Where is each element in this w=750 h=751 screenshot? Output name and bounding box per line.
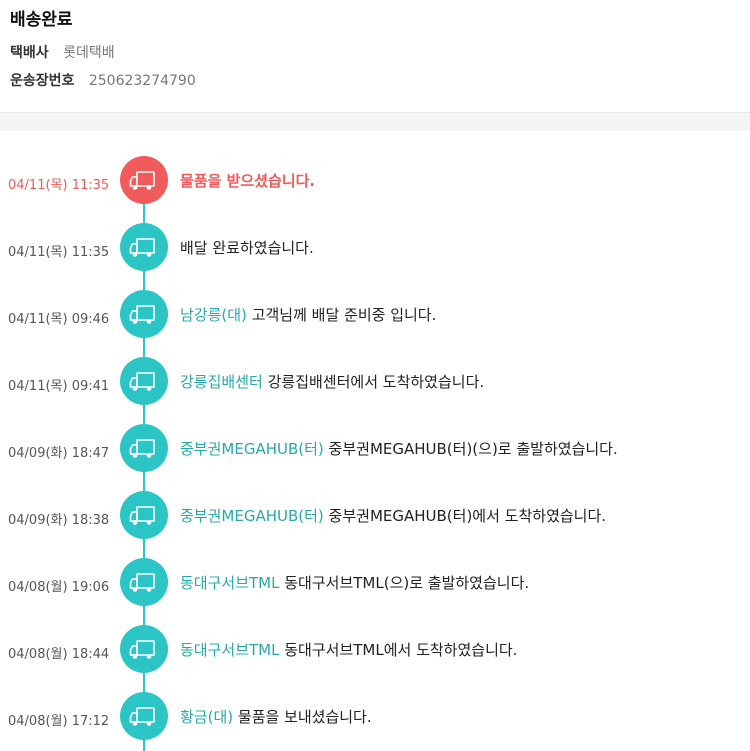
event-text: 황금(대) 물품을 보내셨습니다. <box>180 706 372 727</box>
event-message: 고객님께 배달 준비중 입니다. <box>251 306 437 324</box>
event-text: 중부권MEGAHUB(터) 중부권MEGAHUB(터)에서 도착하였습니다. <box>180 505 606 526</box>
truck-icon <box>120 491 168 539</box>
truck-icon <box>120 692 168 740</box>
tracking-row: 운송장번호 250623274790 <box>10 70 196 90</box>
timeline-event: 04/11(목) 09:41 강릉집배센터 강릉집배센터에서 도착하였습니다. <box>0 357 750 405</box>
event-location: 동대구서브TML <box>180 641 280 659</box>
truck-icon <box>120 424 168 472</box>
truck-icon <box>120 223 168 271</box>
truck-icon <box>120 625 168 673</box>
truck-icon <box>120 558 168 606</box>
timeline-event: 04/11(목) 09:46 남강릉(대) 고객님께 배달 준비중 입니다. <box>0 290 750 338</box>
event-message: 물품을 보내셨습니다. <box>237 708 372 726</box>
truck-icon <box>120 290 168 338</box>
carrier-label: 택배사 <box>10 45 49 61</box>
event-message: 중부권MEGAHUB(터)에서 도착하였습니다. <box>328 507 607 525</box>
timeline-event: 04/09(화) 18:47 중부권MEGAHUB(터) 중부권MEGAHUB(터… <box>0 424 750 472</box>
event-text: 중부권MEGAHUB(터) 중부권MEGAHUB(터)(으)로 출발하였습니다. <box>180 438 618 459</box>
event-time: 04/11(목) 09:46 <box>8 312 110 327</box>
event-location: 중부권MEGAHUB(터) <box>180 440 324 458</box>
event-time: 04/08(월) 18:44 <box>8 647 110 662</box>
event-text: 남강릉(대) 고객님께 배달 준비중 입니다. <box>180 304 436 325</box>
event-message: 동대구서브TML(으)로 출발하였습니다. <box>284 574 530 592</box>
event-time: 04/09(화) 18:38 <box>8 513 110 528</box>
event-message: 중부권MEGAHUB(터)(으)로 출발하였습니다. <box>328 440 618 458</box>
event-time: 04/11(목) 11:35 <box>8 178 110 193</box>
event-location: 남강릉(대) <box>180 306 247 324</box>
timeline-event: 04/08(월) 19:06 동대구서브TML 동대구서브TML(으)로 출발하였… <box>0 558 750 606</box>
carrier-value: 롯데택배 <box>63 45 115 61</box>
truck-icon <box>120 357 168 405</box>
timeline-event: 04/08(월) 17:12 황금(대) 물품을 보내셨습니다. <box>0 692 750 740</box>
tracking-timeline: 04/11(목) 11:35 물품을 받으셨습니다. 04/11(목) 11:35 배… <box>0 131 750 751</box>
event-text: 강릉집배센터 강릉집배센터에서 도착하였습니다. <box>180 371 484 392</box>
event-message: 배달 완료하였습니다. <box>180 239 314 257</box>
truck-icon <box>120 156 168 204</box>
timeline-event: 04/09(화) 18:38 중부권MEGAHUB(터) 중부권MEGAHUB(터… <box>0 491 750 539</box>
event-message: 물품을 받으셨습니다. <box>180 172 316 190</box>
event-time: 04/11(목) 09:41 <box>8 379 110 394</box>
event-location: 강릉집배센터 <box>180 373 263 391</box>
event-text: 배달 완료하였습니다. <box>180 237 314 258</box>
event-message: 동대구서브TML에서 도착하였습니다. <box>284 641 518 659</box>
section-divider <box>0 113 750 131</box>
timeline-event: 04/11(목) 11:35 배달 완료하였습니다. <box>0 223 750 271</box>
event-message: 강릉집배센터에서 도착하였습니다. <box>267 373 485 391</box>
event-time: 04/09(화) 18:47 <box>8 446 110 461</box>
tracking-number: 250623274790 <box>88 73 196 89</box>
timeline-event: 04/11(목) 11:35 물품을 받으셨습니다. <box>0 156 750 204</box>
event-text: 동대구서브TML 동대구서브TML(으)로 출발하였습니다. <box>180 572 529 593</box>
event-location: 동대구서브TML <box>180 574 280 592</box>
event-location: 중부권MEGAHUB(터) <box>180 507 324 525</box>
delivery-header: 배송완료 택배사 롯데택배 운송장번호 250623274790 <box>0 0 750 113</box>
carrier-row: 택배사 롯데택배 <box>10 42 115 62</box>
event-location: 황금(대) <box>180 708 234 726</box>
event-time: 04/08(월) 17:12 <box>8 714 110 729</box>
tracking-label: 운송장번호 <box>10 73 75 89</box>
timeline-event: 04/08(월) 18:44 동대구서브TML 동대구서브TML에서 도착하였습니… <box>0 625 750 673</box>
event-time: 04/11(목) 11:35 <box>8 245 110 260</box>
delivery-status-title: 배송완료 <box>10 10 73 30</box>
event-text: 동대구서브TML 동대구서브TML에서 도착하였습니다. <box>180 639 517 660</box>
event-time: 04/08(월) 19:06 <box>8 580 110 595</box>
event-text: 물품을 받으셨습니다. <box>180 170 315 191</box>
